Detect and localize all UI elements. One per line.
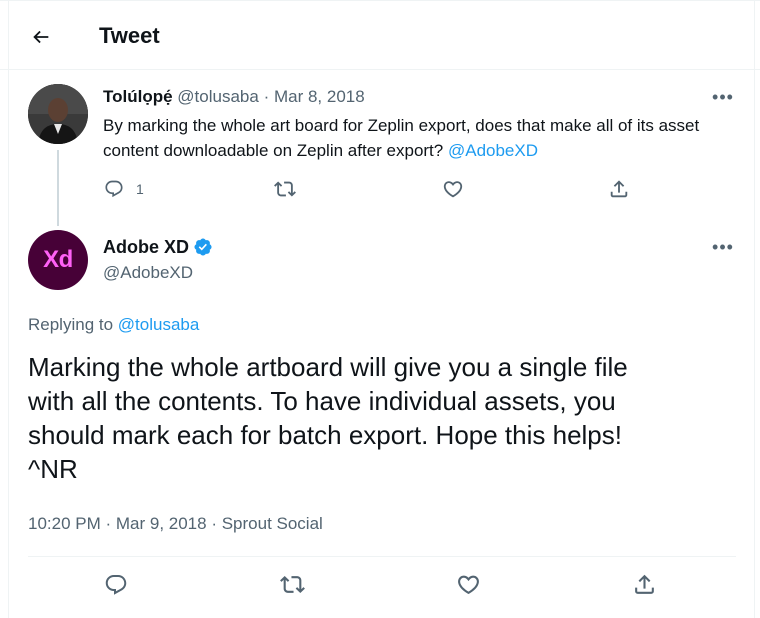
- heart-icon: [458, 575, 479, 595]
- parent-text-body: By marking the whole art board for Zepli…: [103, 116, 700, 160]
- verified-badge-icon: [193, 237, 213, 257]
- parent-retweet-button[interactable]: [274, 178, 442, 200]
- parent-action-bar: 1: [104, 178, 644, 200]
- thread-connector: [57, 150, 59, 226]
- retweet-icon: [274, 181, 296, 197]
- parent-reply-button[interactable]: 1: [104, 179, 274, 199]
- reply-like-button[interactable]: [456, 572, 632, 597]
- header-divider: [0, 69, 760, 70]
- parent-meta: Tolúlọpẹ́ @tolusaba · Mar 8, 2018: [103, 86, 365, 108]
- meta-separator: ·: [263, 87, 270, 106]
- back-button[interactable]: [24, 20, 58, 54]
- parent-more-button[interactable]: •••: [712, 86, 734, 108]
- more-horizontal-icon: •••: [712, 236, 734, 257]
- parent-author-handle[interactable]: @tolusaba: [177, 87, 259, 106]
- parent-like-button[interactable]: [442, 178, 608, 200]
- share-upload-icon: [610, 180, 628, 198]
- reply-tweet-text: Marking the whole artboard will give you…: [28, 352, 628, 484]
- left-border: [8, 0, 9, 618]
- reply-retweet-button[interactable]: [280, 572, 456, 597]
- adobe-xd-logo: Xd: [43, 246, 73, 273]
- arrow-left-icon: [33, 30, 49, 44]
- reply-share-button[interactable]: [632, 572, 657, 597]
- retweet-icon: [280, 576, 305, 593]
- more-horizontal-icon: •••: [712, 86, 734, 107]
- replying-prefix: Replying to: [28, 315, 118, 334]
- reply-reply-button[interactable]: [104, 573, 280, 597]
- parent-date[interactable]: Mar 8, 2018: [274, 87, 365, 106]
- right-border: [754, 0, 755, 618]
- page-header: Tweet: [0, 0, 760, 70]
- reply-author-row: Adobe XD: [103, 236, 213, 258]
- page-title: Tweet: [99, 23, 160, 48]
- avatar-adobexd[interactable]: Xd: [28, 230, 88, 290]
- reply-author-name[interactable]: Adobe XD: [103, 236, 189, 258]
- reply-count: 1: [136, 181, 144, 197]
- comment-bubble-icon: [105, 574, 127, 595]
- parent-share-button[interactable]: [608, 178, 630, 200]
- parent-mention-link[interactable]: @AdobeXD: [448, 141, 538, 160]
- comment-bubble-icon: [105, 180, 123, 198]
- profile-photo-icon: [28, 84, 88, 144]
- reply-timestamp[interactable]: 10:20 PM · Mar 9, 2018 · Sprout Social: [28, 513, 323, 535]
- reply-more-button[interactable]: •••: [712, 236, 734, 258]
- reply-author-handle[interactable]: @AdobeXD: [103, 262, 193, 284]
- avatar-tolusaba[interactable]: [28, 84, 88, 144]
- replying-to-link[interactable]: @tolusaba: [118, 315, 200, 334]
- heart-icon: [443, 181, 463, 198]
- parent-tweet-text: By marking the whole art board for Zepli…: [103, 113, 733, 163]
- replying-to-line: Replying to @tolusaba: [28, 314, 199, 336]
- action-divider: [28, 556, 736, 557]
- reply-action-bar: [104, 572, 664, 597]
- parent-author-name[interactable]: Tolúlọpẹ́: [103, 87, 173, 106]
- share-upload-icon: [635, 574, 654, 594]
